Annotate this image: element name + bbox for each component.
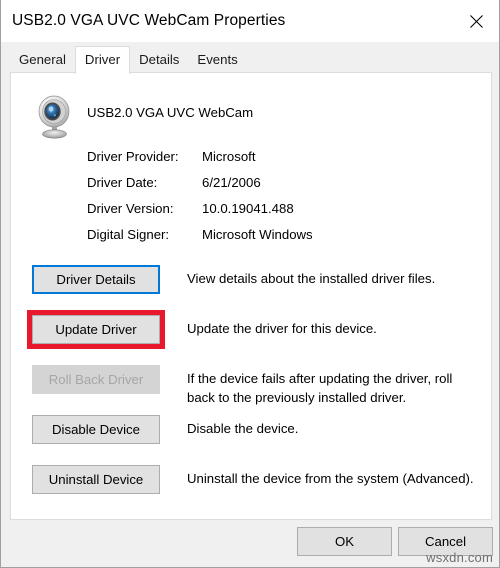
update-driver-button[interactable]: Update Driver <box>32 315 160 344</box>
property-row: Driver Version: 10.0.19041.488 <box>11 201 491 227</box>
property-row: Digital Signer: Microsoft Windows <box>11 227 491 253</box>
dialog-footer: OK Cancel <box>1 519 499 567</box>
window-title: USB2.0 VGA UVC WebCam Properties <box>12 12 286 29</box>
property-value: Microsoft <box>202 149 256 164</box>
driver-details-button[interactable]: Driver Details <box>32 265 160 294</box>
close-icon[interactable] <box>453 0 499 42</box>
property-row: Driver Date: 6/21/2006 <box>11 175 491 201</box>
uninstall-device-description: Uninstall the device from the system (Ad… <box>187 471 474 486</box>
property-label: Driver Version: <box>87 201 174 216</box>
disable-device-button[interactable]: Disable Device <box>32 415 160 444</box>
driver-tab-panel: USB2.0 VGA UVC WebCam Driver Provider: M… <box>10 72 492 520</box>
property-value: Microsoft Windows <box>202 227 313 242</box>
action-row-roll-back-driver: Roll Back Driver If the device fails aft… <box>11 365 491 415</box>
roll-back-driver-description: If the device fails after updating the d… <box>187 371 453 405</box>
disable-device-description: Disable the device. <box>187 421 299 436</box>
tab-events[interactable]: Events <box>188 48 246 73</box>
action-row-update-driver: Update Driver Update the driver for this… <box>11 310 491 365</box>
tab-details[interactable]: Details <box>130 48 188 73</box>
uninstall-device-button[interactable]: Uninstall Device <box>32 465 160 494</box>
property-label: Driver Provider: <box>87 149 179 164</box>
driver-actions: Driver Details View details about the in… <box>11 265 491 515</box>
update-driver-description: Update the driver for this device. <box>187 321 377 336</box>
property-label: Driver Date: <box>87 175 158 190</box>
property-value: 10.0.19041.488 <box>202 201 294 216</box>
webcam-icon <box>38 95 70 139</box>
title-bar: USB2.0 VGA UVC WebCam Properties <box>1 0 499 42</box>
device-properties-dialog: USB2.0 VGA UVC WebCam Properties General… <box>0 0 500 568</box>
action-row-uninstall-device: Uninstall Device Uninstall the device fr… <box>11 465 491 515</box>
tab-general[interactable]: General <box>10 48 75 73</box>
tab-strip: General Driver Details Events <box>1 42 499 74</box>
ok-button[interactable]: OK <box>297 527 392 556</box>
tab-driver[interactable]: Driver <box>74 46 131 74</box>
action-row-disable-device: Disable Device Disable the device. <box>11 415 491 465</box>
watermark: wsxdn.com <box>426 550 493 565</box>
property-label: Digital Signer: <box>87 227 170 242</box>
driver-properties-list: Driver Provider: Microsoft Driver Date: … <box>11 149 491 253</box>
property-row: Driver Provider: Microsoft <box>11 149 491 175</box>
action-row-driver-details: Driver Details View details about the in… <box>11 265 491 315</box>
device-name: USB2.0 VGA UVC WebCam <box>87 105 254 120</box>
property-value: 6/21/2006 <box>202 175 261 190</box>
device-header: USB2.0 VGA UVC WebCam <box>11 91 491 143</box>
roll-back-driver-button: Roll Back Driver <box>32 365 160 394</box>
driver-details-description: View details about the installed driver … <box>187 271 436 286</box>
